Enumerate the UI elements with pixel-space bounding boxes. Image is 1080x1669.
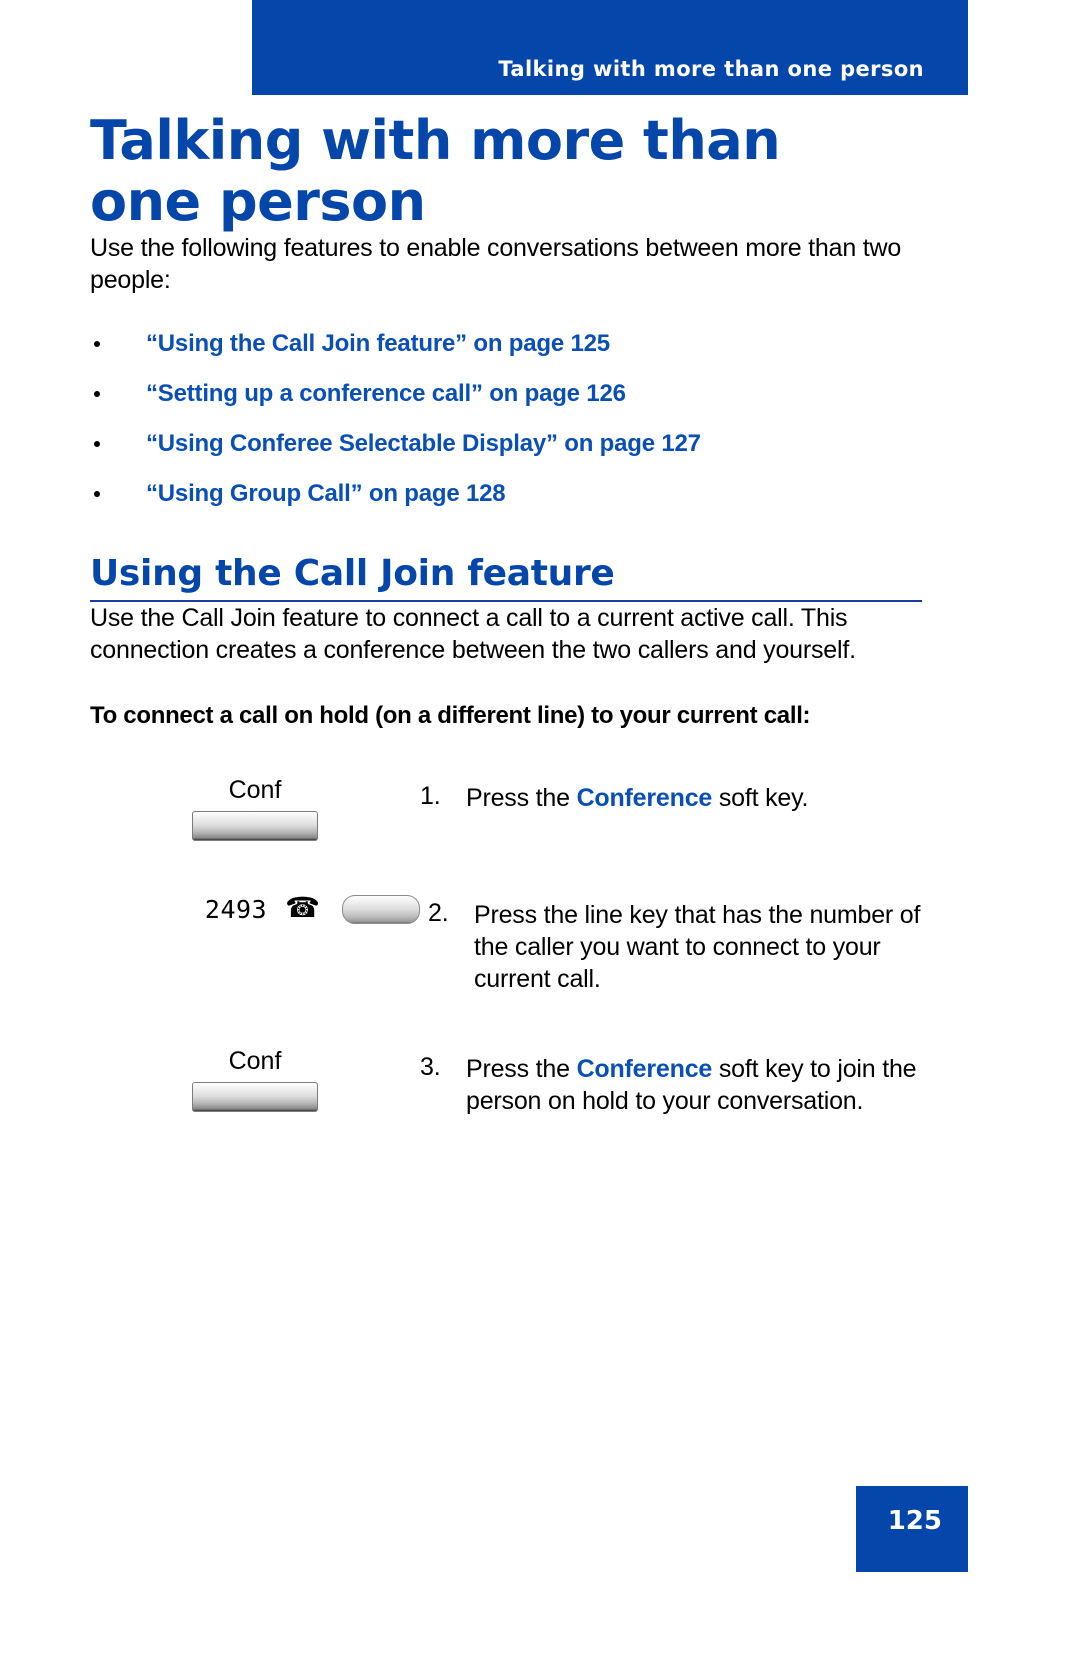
cross-reference-link[interactable]: “Using Group Call” on page 128: [146, 480, 506, 507]
soft-key-button[interactable]: [192, 1081, 318, 1112]
step-keyword: Conference: [576, 1054, 713, 1083]
page-number-box: 125: [856, 1486, 968, 1572]
page-number: 125: [887, 1506, 942, 1536]
intro-paragraph: Use the following features to enable con…: [90, 234, 902, 295]
bullet-icon: [94, 341, 100, 348]
step-text: Press the line key that has the number o…: [474, 899, 926, 995]
step-figure-softkey: Conf: [90, 1047, 420, 1112]
section-heading: Using the Call Join feature: [90, 553, 615, 595]
softkey-label: Conf: [228, 1046, 282, 1075]
step-row: 2493 ☎ 2. Press the line key that has th…: [90, 893, 926, 995]
line-key-button[interactable]: [342, 894, 420, 924]
list-item[interactable]: “Using Conferee Selectable Display” on p…: [90, 430, 926, 458]
step-number: 3.: [420, 1052, 441, 1081]
step-number: 2.: [428, 898, 449, 927]
step-number: 1.: [420, 781, 441, 810]
step-body: 2. Press the line key that has the numbe…: [428, 893, 926, 995]
step-body: 3. Press the Conference soft key to join…: [420, 1047, 926, 1117]
step-figure-softkey: Conf: [90, 776, 420, 841]
step-text: Press the Conference soft key.: [466, 782, 808, 814]
document-page: Talking with more than one person Talkin…: [0, 0, 1080, 1669]
running-header-title: Talking with more than one person: [498, 57, 924, 81]
step-row: Conf 1. Press the Conference soft key.: [90, 776, 926, 841]
line-number-display: 2493: [204, 894, 268, 924]
procedure-lead-in: To connect a call on hold (on a differen…: [90, 701, 811, 729]
section-paragraph: Use the Call Join feature to connect a c…: [90, 603, 856, 664]
page-title: Talking with more than one person: [90, 109, 781, 234]
step-text-before: Press the: [466, 783, 577, 812]
step-keyword: Conference: [576, 783, 713, 812]
bullet-icon: [94, 491, 100, 498]
cross-reference-list: “Using the Call Join feature” on page 12…: [90, 330, 926, 508]
bullet-icon: [94, 391, 100, 398]
step-text: Press the Conference soft key to join th…: [466, 1053, 926, 1117]
list-item[interactable]: “Using Group Call” on page 128: [90, 480, 926, 508]
procedure-steps: Conf 1. Press the Conference soft key. 2…: [90, 776, 926, 1117]
cross-reference-link[interactable]: “Using the Call Join feature” on page 12…: [146, 330, 610, 357]
cross-reference-link[interactable]: “Using Conferee Selectable Display” on p…: [146, 430, 701, 457]
telephone-icon: ☎: [285, 892, 320, 924]
list-item[interactable]: “Setting up a conference call” on page 1…: [90, 380, 926, 408]
page-content: Talking with more than one person Use th…: [90, 110, 926, 1169]
step-text-after: soft key.: [712, 783, 809, 812]
running-header-bar: Talking with more than one person: [252, 0, 968, 95]
step-body: 1. Press the Conference soft key.: [420, 776, 926, 814]
list-item[interactable]: “Using the Call Join feature” on page 12…: [90, 330, 926, 358]
bullet-icon: [94, 441, 100, 448]
step-text-before: Press the line key that has the number o…: [474, 900, 921, 993]
step-figure-linekey: 2493 ☎: [90, 893, 428, 924]
soft-key-button[interactable]: [192, 810, 318, 841]
step-row: Conf 3. Press the Conference soft key to…: [90, 1047, 926, 1117]
softkey-label: Conf: [228, 775, 282, 804]
step-text-before: Press the: [466, 1054, 577, 1083]
cross-reference-link[interactable]: “Setting up a conference call” on page 1…: [146, 380, 626, 407]
